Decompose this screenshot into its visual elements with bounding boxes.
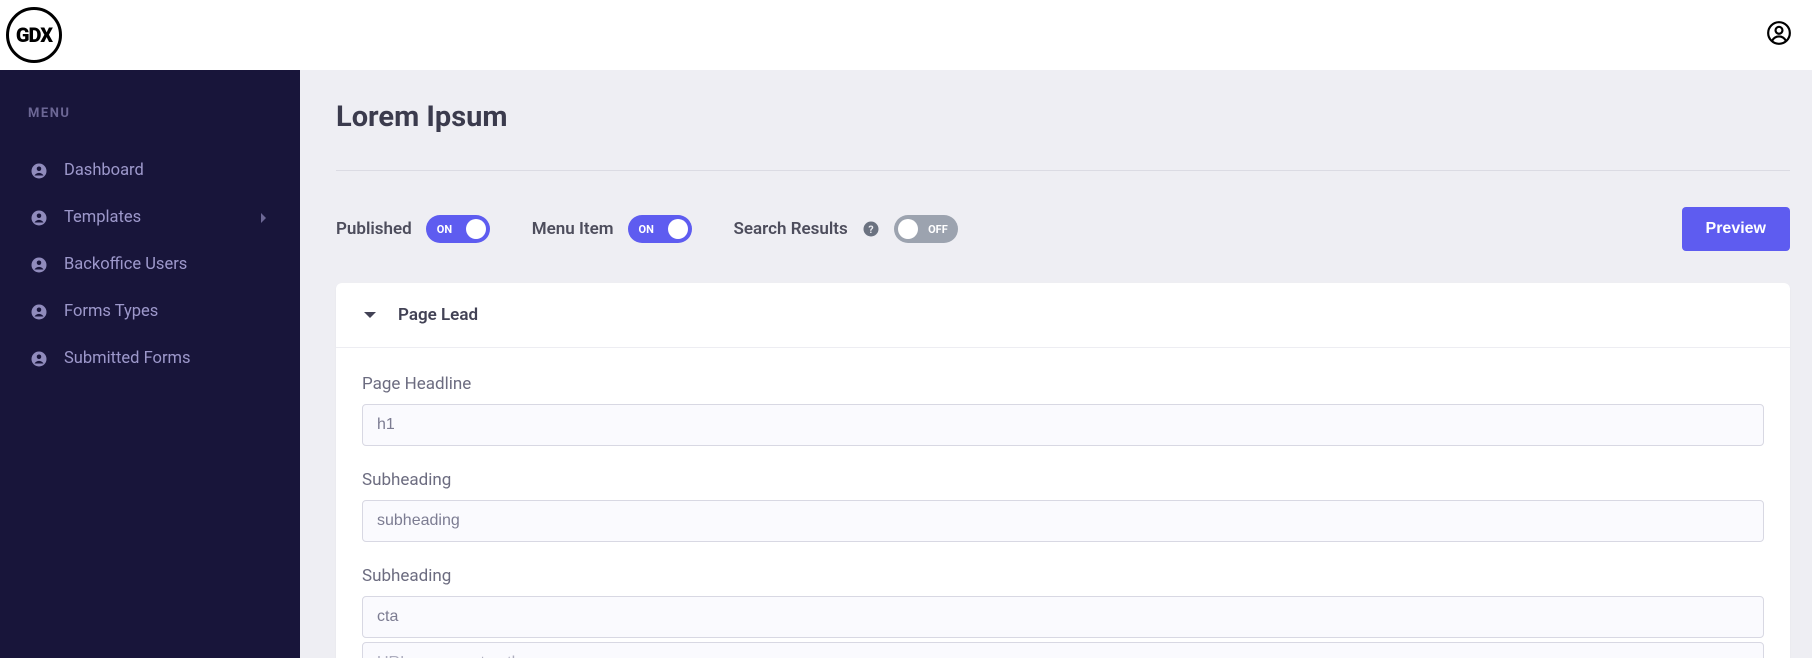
field-group-subheading1: Subheading: [362, 470, 1764, 546]
main: Lorem Ipsum Published ON Menu Item ON: [300, 70, 1812, 658]
controls-left: Published ON Menu Item ON Search Results: [336, 215, 1646, 243]
user-circle-icon: [30, 209, 48, 227]
panel-header[interactable]: Page Lead: [336, 283, 1790, 348]
toggle-label: Published: [336, 219, 412, 239]
toggle-menu-item[interactable]: ON: [628, 215, 692, 243]
toggle-knob: [898, 219, 918, 239]
page-headline-input[interactable]: [362, 404, 1764, 446]
sidebar-item-templates[interactable]: Templates: [28, 194, 272, 241]
sidebar-item-forms-types[interactable]: Forms Types: [28, 288, 272, 335]
sidebar-item-label: Dashboard: [64, 161, 144, 180]
body-wrap: MENU Dashboard Templates Backoffice User…: [0, 70, 1812, 658]
field-label: Page Headline: [362, 374, 1764, 394]
field-label: Subheading: [362, 566, 1764, 586]
chevron-down-icon: [362, 307, 378, 323]
logo: GDX: [6, 7, 62, 63]
panel-header-title: Page Lead: [398, 305, 478, 325]
toggle-state-text: OFF: [928, 223, 948, 236]
sidebar-item-submitted-forms[interactable]: Submitted Forms: [28, 335, 272, 382]
user-circle-icon: [30, 350, 48, 368]
preview-button[interactable]: Preview: [1682, 207, 1790, 251]
subheading-input[interactable]: [362, 500, 1764, 542]
url-input[interactable]: [362, 642, 1764, 658]
page-title: Lorem Ipsum: [336, 100, 1790, 171]
help-icon[interactable]: ?: [862, 220, 880, 238]
sidebar: MENU Dashboard Templates Backoffice User…: [0, 70, 300, 658]
user-circle-icon: [30, 162, 48, 180]
sidebar-title: MENU: [28, 106, 272, 121]
toggle-search-results[interactable]: OFF: [894, 215, 958, 243]
toggle-group-menu-item: Menu Item ON: [532, 215, 692, 243]
toggle-label: Search Results: [734, 219, 848, 239]
toggle-label: Menu Item: [532, 219, 614, 239]
chevron-right-icon: [260, 212, 268, 224]
sidebar-item-label: Templates: [64, 208, 141, 227]
controls-row: Published ON Menu Item ON Search Results: [336, 171, 1790, 271]
toggle-state-text: ON: [437, 223, 452, 236]
sidebar-item-label: Forms Types: [64, 302, 158, 321]
toggle-group-published: Published ON: [336, 215, 490, 243]
field-group-subheading2: Subheading: [362, 566, 1764, 658]
field-label: Subheading: [362, 470, 1764, 490]
cta-input[interactable]: [362, 596, 1764, 638]
field-group-headline: Page Headline: [362, 374, 1764, 450]
user-circle-icon: [30, 256, 48, 274]
sidebar-item-label: Submitted Forms: [64, 349, 191, 368]
panel-body: Page Headline Subheading Subheading: [336, 348, 1790, 658]
sidebar-item-backoffice-users[interactable]: Backoffice Users: [28, 241, 272, 288]
sidebar-item-dashboard[interactable]: Dashboard: [28, 147, 272, 194]
profile-icon[interactable]: [1766, 20, 1792, 50]
toggle-group-search-results: Search Results ? OFF: [734, 215, 958, 243]
toggle-knob: [466, 219, 486, 239]
sidebar-item-label: Backoffice Users: [64, 255, 187, 274]
toggle-published[interactable]: ON: [426, 215, 490, 243]
user-circle-icon: [30, 303, 48, 321]
toggle-knob: [668, 219, 688, 239]
panel-page-lead: Page Lead Page Headline Subheading Subhe…: [336, 283, 1790, 658]
svg-text:?: ?: [868, 223, 873, 236]
topbar: GDX: [0, 0, 1812, 70]
toggle-state-text: ON: [639, 223, 654, 236]
